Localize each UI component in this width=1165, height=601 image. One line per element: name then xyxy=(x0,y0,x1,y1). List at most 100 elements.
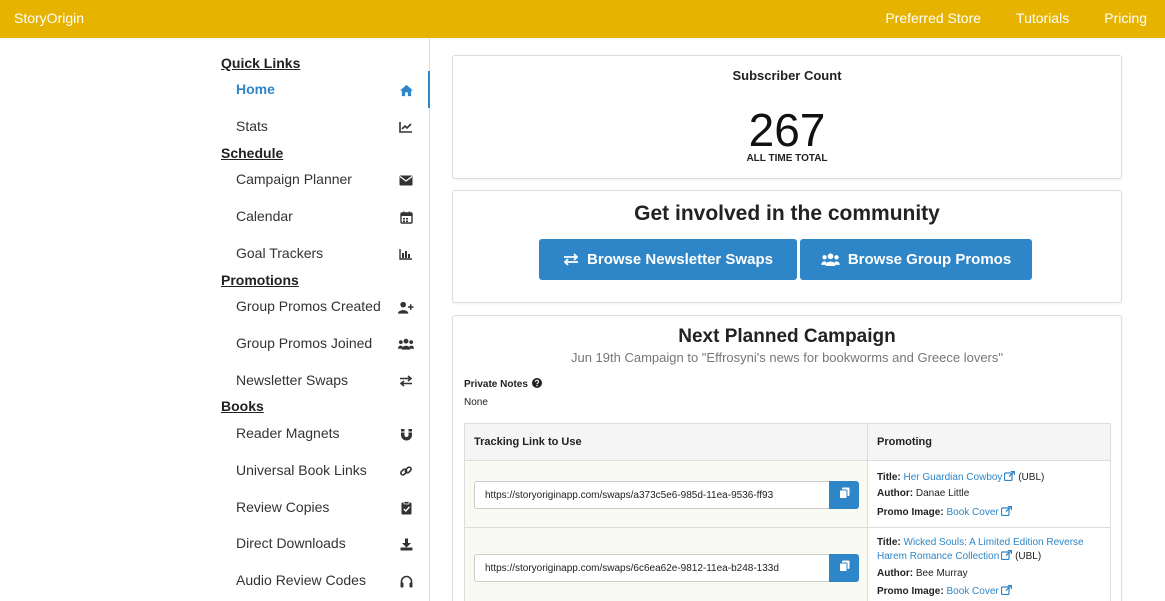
sidebar-item-label: Stats xyxy=(236,118,268,134)
subscriber-count-title: Subscriber Count xyxy=(732,68,842,83)
sidebar-item-label: Goal Trackers xyxy=(236,245,324,261)
sidebar-item-group-promos-created[interactable]: Group Promos Created xyxy=(236,298,414,318)
section-books: Books xyxy=(221,398,264,414)
community-card: Get involved in the community Browse New… xyxy=(452,190,1122,303)
copy-icon xyxy=(838,486,850,504)
nav-pricing[interactable]: Pricing xyxy=(1104,10,1147,26)
sidebar-item-label: Group Promos Created xyxy=(236,298,381,314)
active-indicator xyxy=(428,71,430,108)
brand-logo[interactable]: StoryOrigin xyxy=(14,10,84,26)
next-campaign-subtitle: Jun 19th Campaign to "Effrosyni's news f… xyxy=(570,350,1003,365)
promo-image-label: Promo Image: xyxy=(877,507,944,518)
link-icon xyxy=(398,463,414,479)
users-icon xyxy=(821,253,840,266)
external-link-icon[interactable] xyxy=(1000,505,1012,519)
tracking-link-input[interactable] xyxy=(474,481,829,509)
ubl-tag: (UBL) xyxy=(1018,472,1045,483)
sidebar-item-label: Group Promos Joined xyxy=(236,335,373,351)
sidebar-item-home[interactable]: Home xyxy=(236,81,414,101)
community-title: Get involved in the community xyxy=(634,202,940,225)
sidebar-item-label: Calendar xyxy=(236,208,293,224)
ubl-tag: (UBL) xyxy=(1015,551,1042,562)
copy-link-button[interactable] xyxy=(829,481,859,509)
browse-group-promos-button[interactable]: Browse Group Promos xyxy=(800,239,1032,280)
sidebar: Quick Links Home Stats Schedule Campaign… xyxy=(216,38,430,601)
author-label: Author: xyxy=(877,568,914,579)
promo-title-line: Title: Her Guardian Cowboy (UBL) xyxy=(877,470,1045,484)
headphones-icon xyxy=(398,573,414,589)
book-title-link-continued[interactable]: Harem Romance Collection xyxy=(877,551,999,562)
title-label: Title: xyxy=(877,537,901,548)
sidebar-item-label: Direct Downloads xyxy=(236,535,346,551)
section-promotions: Promotions xyxy=(221,272,299,288)
title-label: Title: xyxy=(877,472,901,483)
promo-author-line: Author: Danae Little xyxy=(877,488,969,499)
sidebar-item-label: Universal Book Links xyxy=(236,462,367,478)
promo-title-line: Title: Wicked Souls: A Limited Edition R… xyxy=(877,537,1084,548)
promoting-cell: Title: Her Guardian Cowboy (UBL) Author:… xyxy=(868,461,1110,528)
sidebar-item-group-promos-joined[interactable]: Group Promos Joined xyxy=(236,335,414,355)
nav-tutorials[interactable]: Tutorials xyxy=(1016,10,1069,26)
next-campaign-card: Next Planned Campaign Jun 19th Campaign … xyxy=(452,315,1122,601)
exchange-icon xyxy=(563,253,579,266)
magnet-icon xyxy=(398,426,414,442)
next-campaign-title: Next Planned Campaign xyxy=(678,326,896,347)
book-cover-link[interactable]: Book Cover xyxy=(946,586,998,597)
sidebar-item-label: Review Copies xyxy=(236,499,330,515)
section-schedule: Schedule xyxy=(221,145,284,161)
book-title-link[interactable]: Wicked Souls: A Limited Edition Reverse xyxy=(904,537,1084,548)
copy-icon xyxy=(838,559,850,577)
book-cover-link[interactable]: Book Cover xyxy=(946,507,998,518)
sidebar-item-direct-downloads[interactable]: Direct Downloads xyxy=(236,535,414,555)
sidebar-item-label: Campaign Planner xyxy=(236,171,352,187)
top-navbar: StoryOrigin Preferred Store Tutorials Pr… xyxy=(0,0,1165,38)
promo-title-line-2: Harem Romance Collection (UBL) xyxy=(877,549,1042,563)
section-quick-links: Quick Links xyxy=(221,55,301,71)
sidebar-item-reader-magnets[interactable]: Reader Magnets xyxy=(236,425,414,445)
external-link-icon[interactable] xyxy=(1001,549,1013,563)
calendar-icon xyxy=(398,209,414,225)
private-notes-label: Private Notes xyxy=(464,378,542,391)
users-icon xyxy=(398,336,414,352)
table-row xyxy=(465,528,867,601)
clipboard-check-icon xyxy=(398,500,414,516)
sidebar-item-review-copies[interactable]: Review Copies xyxy=(236,499,414,519)
sidebar-item-universal-book-links[interactable]: Universal Book Links xyxy=(236,462,414,482)
sidebar-item-label: Newsletter Swaps xyxy=(236,372,349,388)
subscriber-count-caption: ALL TIME TOTAL xyxy=(746,153,828,164)
external-link-icon[interactable] xyxy=(1004,470,1016,484)
sidebar-item-audio-review-codes[interactable]: Audio Review Codes xyxy=(236,572,414,592)
external-link-icon[interactable] xyxy=(1000,584,1012,598)
sidebar-item-goal-trackers[interactable]: Goal Trackers xyxy=(236,245,414,265)
promoting-cell: Title: Wicked Souls: A Limited Edition R… xyxy=(868,528,1110,601)
help-icon[interactable] xyxy=(531,378,542,391)
download-icon xyxy=(398,536,414,552)
column-header-tracking-link: Tracking Link to Use xyxy=(465,424,867,461)
top-nav: Preferred Store Tutorials Pricing xyxy=(885,10,1147,26)
bar-chart-icon xyxy=(398,246,414,262)
nav-preferred-store[interactable]: Preferred Store xyxy=(885,10,981,26)
sidebar-item-label: Home xyxy=(236,81,275,97)
browse-newsletter-swaps-button[interactable]: Browse Newsletter Swaps xyxy=(539,239,797,280)
subscriber-count-card: Subscriber Count 267 ALL TIME TOTAL xyxy=(452,55,1122,179)
author-name: Danae Little xyxy=(915,488,970,499)
sidebar-item-stats[interactable]: Stats xyxy=(236,118,414,138)
exchange-icon xyxy=(398,373,414,389)
button-label: Browse Group Promos xyxy=(847,251,1012,268)
promo-author-line: Author: Bee Murray xyxy=(877,568,968,579)
sidebar-item-label: Audio Review Codes xyxy=(236,572,366,588)
sidebar-item-campaign-planner[interactable]: Campaign Planner xyxy=(236,171,414,191)
sidebar-item-newsletter-swaps[interactable]: Newsletter Swaps xyxy=(236,372,414,392)
user-plus-icon xyxy=(398,299,414,315)
button-label: Browse Newsletter Swaps xyxy=(587,251,773,268)
promo-image-label: Promo Image: xyxy=(877,586,944,597)
book-title-link[interactable]: Her Guardian Cowboy xyxy=(904,472,1003,483)
campaign-table: Tracking Link to Use Promoting Title: He… xyxy=(464,423,1111,601)
table-row xyxy=(465,461,867,528)
copy-link-button[interactable] xyxy=(829,554,859,582)
tracking-link-input[interactable] xyxy=(474,554,829,582)
sidebar-item-calendar[interactable]: Calendar xyxy=(236,208,414,228)
sidebar-item-label: Reader Magnets xyxy=(236,425,340,441)
private-notes-label-text: Private Notes xyxy=(464,379,528,390)
private-notes-value: None xyxy=(464,397,488,408)
